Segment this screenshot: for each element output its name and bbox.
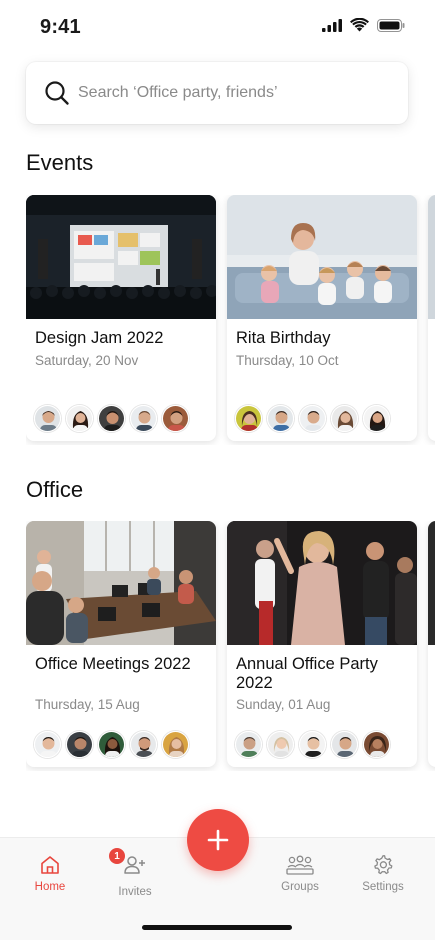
groups-icon [286, 855, 314, 875]
nav-label: Invites [118, 886, 152, 898]
avatar [235, 405, 262, 432]
event-title: Design Jam 2022 [35, 329, 164, 347]
avatar [130, 731, 157, 758]
event-image [227, 521, 417, 645]
event-date: Saturday, 20 Nov [35, 353, 139, 368]
event-image [26, 521, 216, 645]
nav-settings[interactable]: Settings [348, 854, 418, 893]
nav-label: Groups [281, 881, 319, 893]
event-title: Office Meetings 2022 [35, 655, 191, 673]
home-icon [41, 856, 59, 874]
signal-icon [322, 18, 342, 32]
avatar [299, 731, 326, 758]
avatar [267, 405, 294, 432]
add-person-icon [124, 856, 145, 874]
event-date: Thursday, 10 Oct [236, 353, 339, 368]
nav-groups[interactable]: Groups [265, 854, 335, 893]
nav-invites[interactable]: 1 Invites [100, 848, 170, 898]
attendee-avatars [34, 731, 189, 758]
avatar [162, 405, 189, 432]
avatar [363, 731, 390, 758]
event-card-next[interactable] [428, 195, 435, 441]
event-date: Sunday, 01 Aug [236, 697, 331, 712]
avatar [299, 405, 326, 432]
avatar [34, 405, 61, 432]
event-card-annual-office-party[interactable]: Annual Office Party 2022 Sunday, 01 Aug [227, 521, 417, 767]
event-title: Rita Birthday [236, 329, 331, 347]
status-bar: 9:41 [0, 0, 435, 54]
battery-icon [377, 18, 405, 32]
avatar [162, 731, 189, 758]
section-title-events: Events [26, 150, 94, 175]
avatar [331, 731, 358, 758]
search-input[interactable] [78, 78, 398, 108]
avatar [66, 731, 93, 758]
home-indicator [142, 925, 292, 930]
nav-label: Home [34, 881, 66, 893]
attendee-avatars [235, 731, 390, 758]
event-date: Thursday, 15 Aug [35, 697, 140, 712]
avatar [235, 731, 262, 758]
event-image [428, 195, 435, 319]
wifi-icon [350, 18, 369, 32]
avatar [66, 405, 93, 432]
avatar [130, 405, 157, 432]
invites-badge: 1 [109, 848, 125, 864]
event-card-design-jam[interactable]: Design Jam 2022 Saturday, 20 Nov [26, 195, 216, 441]
attendee-avatars [235, 405, 390, 432]
event-title: Annual Office Party 2022 [236, 655, 378, 692]
event-card-next[interactable] [428, 521, 435, 767]
status-time: 9:41 [40, 16, 81, 38]
status-icons [322, 18, 405, 32]
create-event-button[interactable] [187, 809, 249, 871]
avatar [34, 731, 61, 758]
avatar [363, 405, 390, 432]
event-card-rita-birthday[interactable]: Rita Birthday Thursday, 10 Oct [227, 195, 417, 441]
search-icon [45, 81, 69, 105]
nav-home[interactable]: Home [15, 854, 85, 893]
events-carousel[interactable]: Design Jam 2022 Saturday, 20 Nov Rita Bi… [26, 195, 435, 445]
search-bar[interactable] [26, 62, 408, 124]
attendee-avatars [34, 405, 189, 432]
event-image [428, 521, 435, 645]
event-image [227, 195, 417, 319]
avatar [331, 405, 358, 432]
section-title-office: Office [26, 477, 84, 502]
event-card-office-meetings[interactable]: Office Meetings 2022 Thursday, 15 Aug [26, 521, 216, 767]
avatar [98, 405, 125, 432]
nav-label: Settings [362, 881, 404, 893]
plus-icon [207, 829, 229, 851]
avatar [98, 731, 125, 758]
avatar [267, 731, 294, 758]
event-image [26, 195, 216, 319]
gear-icon [374, 855, 393, 875]
office-carousel[interactable]: Office Meetings 2022 Thursday, 15 Aug An… [26, 521, 435, 771]
